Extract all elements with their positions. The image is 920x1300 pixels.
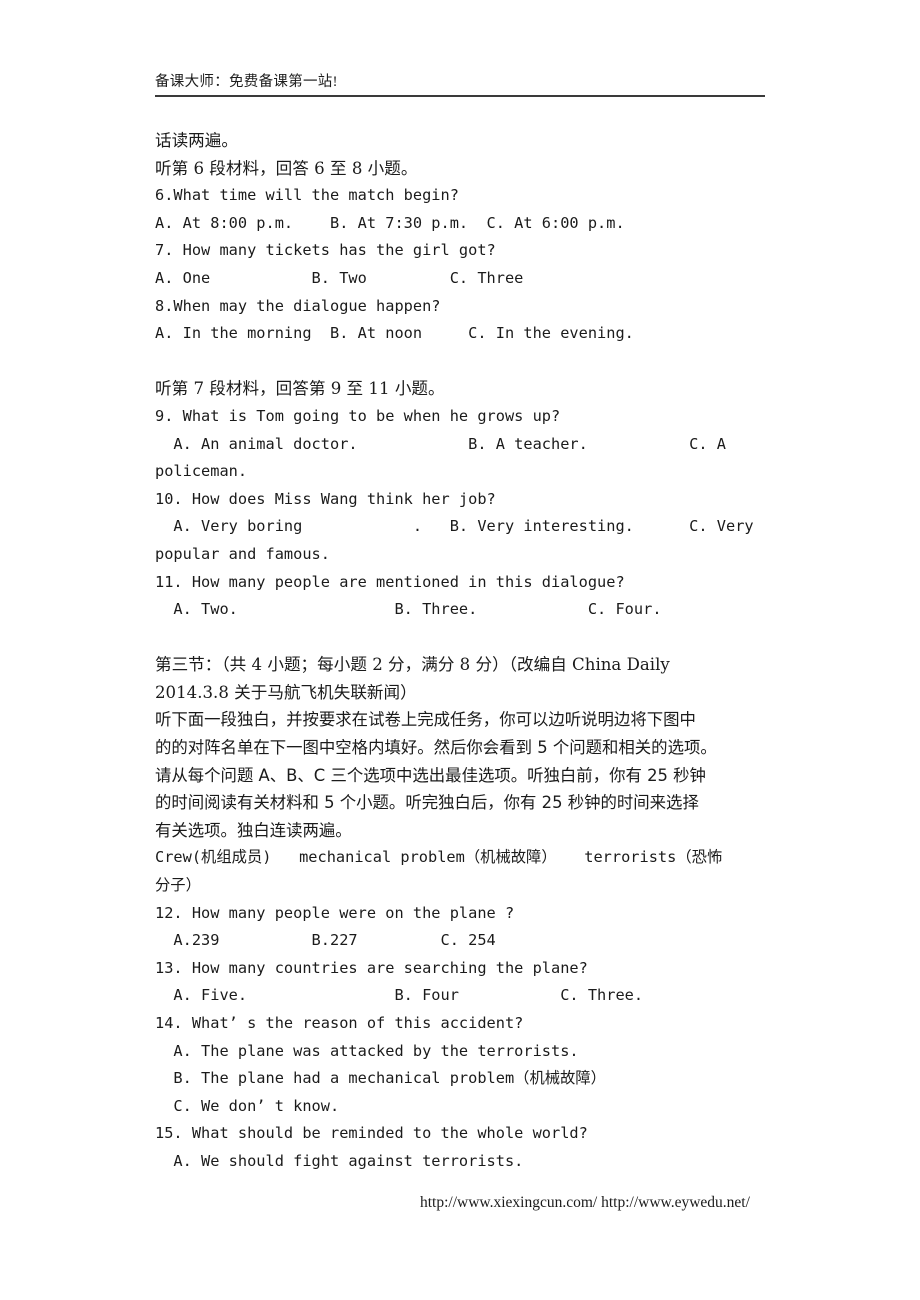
page-header: 备课大师：免费备课第一站! [155,72,765,97]
text-line: 请从每个问题 A、B、C 三个选项中选出最佳选项。听独白前，你有 25 秒钟 [155,765,706,785]
text-line: 第三节：（共 4 小题；每小题 2 分，满分 8 分）（改编自 China Da… [155,655,670,675]
text-line: 6.What time will the match begin? [155,186,459,205]
text-line: B. The plane had a mechanical problem（机械… [155,1069,606,1088]
header-divider [155,95,765,97]
text-line: 的的对阵名单在下一图中空格内填好。然后你会看到 5 个问题和相关的选项。 [155,738,717,758]
text-line: Crew(机组成员) mechanical problem（机械故障） terr… [155,848,723,867]
text-line: 的时间阅读有关材料和 5 个小题。听完独白后，你有 25 秒钟的时间来选择 [155,793,699,813]
text-line: 听第 6 段材料，回答 6 至 8 小题。 [155,158,418,178]
text-line: 8.When may the dialogue happen? [155,296,441,315]
document-page: 备课大师：免费备课第一站! 话读两遍。听第 6 段材料，回答 6 至 8 小题。… [0,0,920,1300]
text-line: A. In the morning B. At noon C. In the e… [155,324,634,343]
text-line: C. We don’ t know. [155,1096,340,1115]
text-line: A. An animal doctor. B. A teacher. C. A [155,434,726,453]
text-line: 14. What’ s the reason of this accident? [155,1014,524,1032]
footer-urls: http://www.xiexingcun.com/ http://www.ey… [420,1194,750,1211]
text-line: 13. How many countries are searching the… [155,958,588,977]
text-line: 11. How many people are mentioned in thi… [155,572,625,591]
text-line: A. At 8:00 p.m. B. At 7:30 p.m. C. At 6:… [155,213,625,232]
text-line: popular and famous. [155,544,330,563]
text-line: policeman. [155,462,248,481]
text-line: 话读两遍。 [155,131,238,150]
text-line: 9. What is Tom going to be when he grows… [155,406,561,425]
text-line: 15. What should be reminded to the whole… [155,1124,588,1143]
text-line: 12. How many people were on the plane ? [155,903,515,922]
site-banner-text: 备课大师：免费备课第一站! [155,74,338,90]
text-line: 听第 7 段材料，回答第 9 至 11 小题。 [155,379,445,399]
text-line: 有关选项。独白连读两遍。 [155,820,352,840]
text-line: A. One B. Two C. Three [155,268,524,287]
text-line: A. Five. B. Four C. Three. [155,986,644,1005]
text-line: A.239 B.227 C. 254 [155,931,496,950]
text-line: A. We should fight against terrorists. [155,1151,524,1170]
text-line: 2014.3.8 关于马航飞机失联新闻） [155,682,417,702]
text-line: A. Very boring . B. Very interesting. C.… [155,517,754,536]
text-line: A. Two. B. Three. C. Four. [155,600,662,619]
text-line: A. The plane was attacked by the terrori… [155,1041,579,1060]
text-line: 7. How many tickets has the girl got? [155,241,496,260]
text-line: 听下面一段独白，并按要求在试卷上完成任务，你可以边听说明边将下图中 [155,710,696,730]
text-line: 10. How does Miss Wang think her job? [155,489,496,508]
text-line: 分子） [155,876,201,895]
document-body: 话读两遍。听第 6 段材料，回答 6 至 8 小题。 6.What time wi… [155,127,767,1176]
